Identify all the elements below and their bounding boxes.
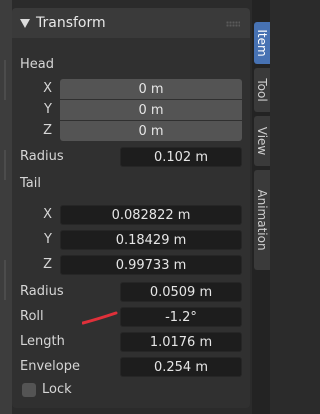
tab-tool[interactable]: Tool [254,68,270,112]
tail-y-field[interactable]: 0.18429 m [60,230,242,250]
tail-label: Tail [20,176,41,191]
tab-item[interactable]: Item [254,22,270,64]
drag-grip-icon[interactable] [226,21,240,27]
head-y-label: Y [44,102,52,117]
panel-title: Transform [36,15,106,31]
tail-z-label: Z [43,257,52,272]
tail-x-field[interactable]: 0.082822 m [60,205,242,225]
transform-panel: Transform Head X 0 m Y 0 m Z 0 m Radius … [12,8,250,408]
tail-z-field[interactable]: 0.99733 m [60,255,242,275]
red-annotation-arrow [81,310,118,329]
head-radius-label: Radius [20,149,64,164]
head-z-field[interactable]: 0 m [60,121,242,141]
lock-checkbox-row[interactable]: Lock [22,382,72,397]
envelope-field[interactable]: 0.254 m [120,357,242,377]
head-z-label: Z [43,123,52,138]
tab-animation[interactable]: Animation [254,170,270,270]
head-y-field[interactable]: 0 m [60,100,242,120]
head-x-label: X [43,81,52,96]
envelope-label: Envelope [20,359,80,374]
viewport-edge [0,0,12,414]
length-label: Length [20,334,65,349]
tab-view[interactable]: View [254,116,270,166]
head-radius-field[interactable]: 0.102 m [120,147,242,167]
sidebar-tabs: Item Tool View Animation [252,0,270,414]
tail-x-label: X [43,207,52,222]
tail-y-label: Y [44,232,52,247]
tail-radius-label: Radius [20,284,64,299]
length-field[interactable]: 1.0176 m [120,332,242,352]
lock-checkbox[interactable] [22,382,36,397]
panel-header[interactable]: Transform [12,8,250,38]
roll-field[interactable]: -1.2° [120,307,242,327]
head-x-field[interactable]: 0 m [60,79,242,99]
head-label: Head [20,57,54,72]
collapse-triangle-icon[interactable] [18,16,32,30]
tail-radius-field[interactable]: 0.0509 m [120,282,242,302]
roll-label: Roll [20,309,44,324]
lock-label: Lock [42,382,72,397]
